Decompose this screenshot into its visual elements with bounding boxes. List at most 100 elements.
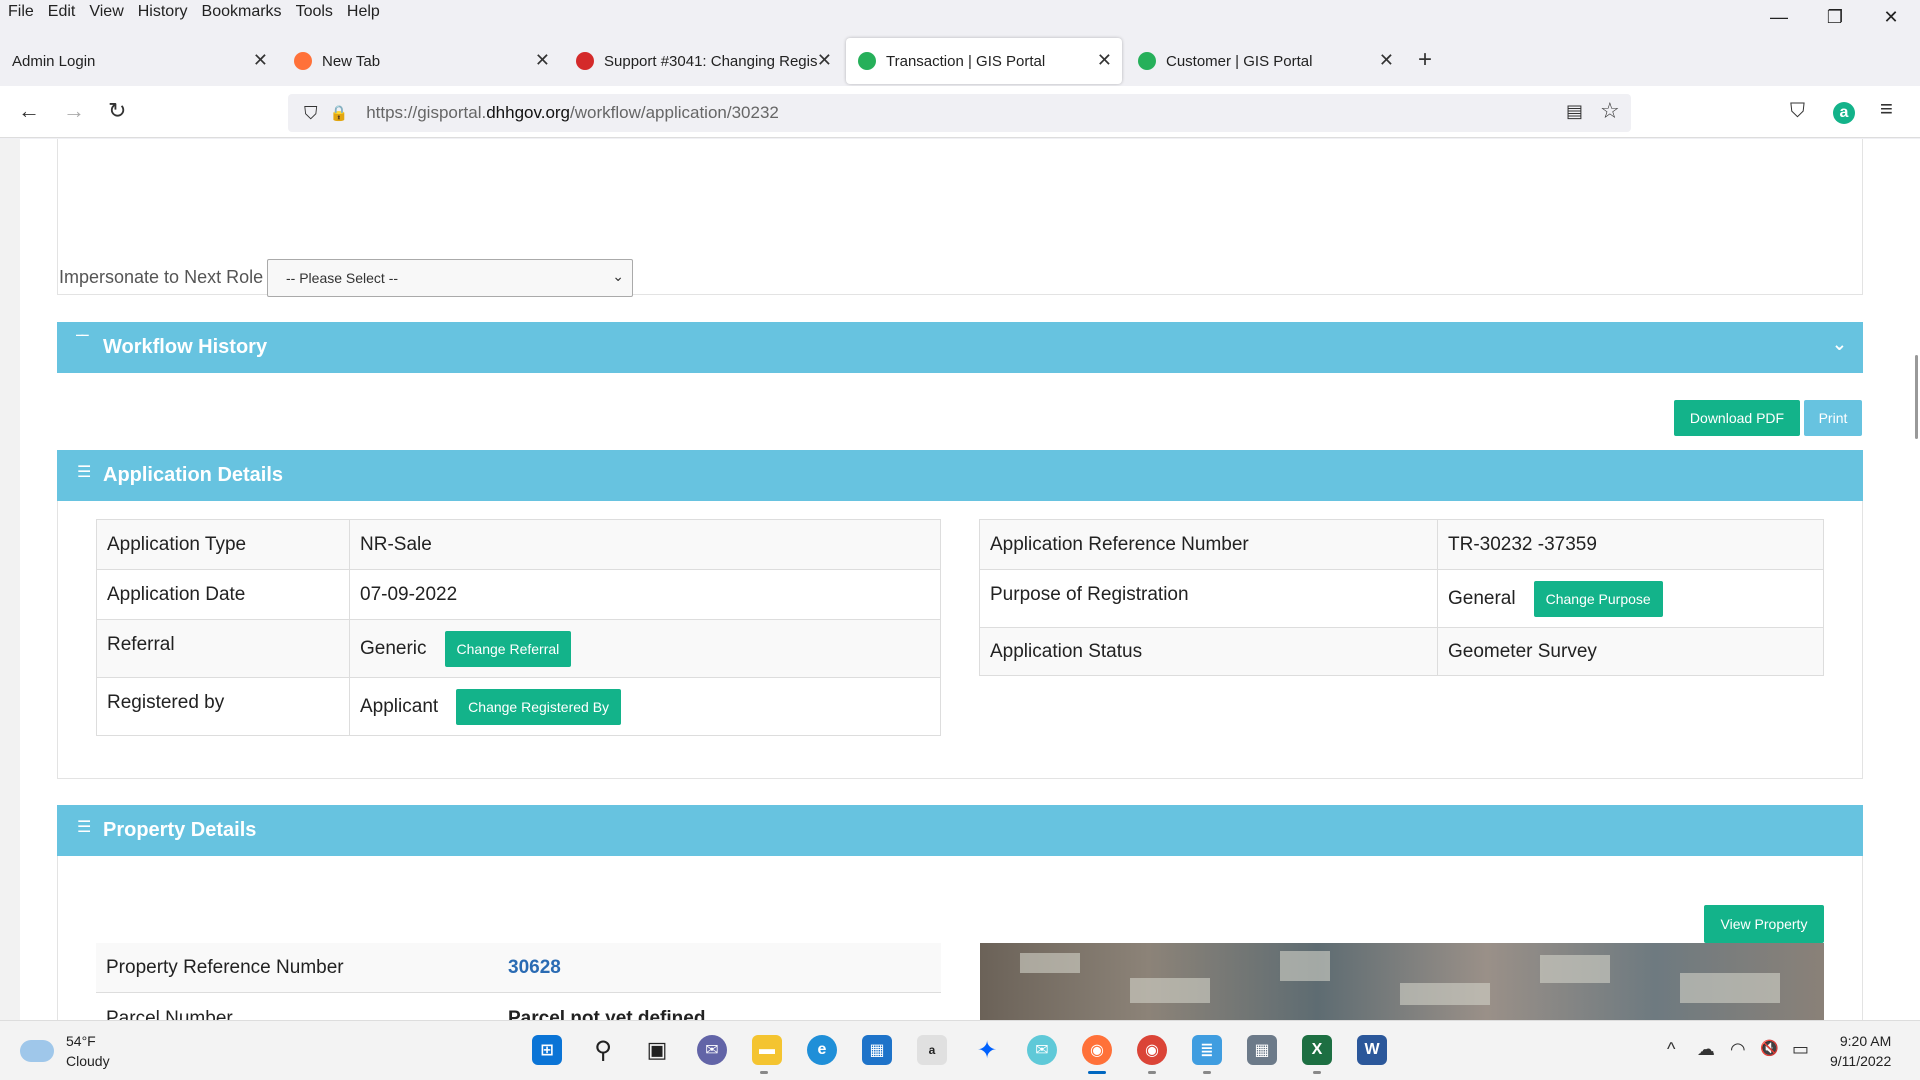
- chevron-down-icon: ⌄: [612, 268, 624, 284]
- minimize-button[interactable]: —: [1751, 0, 1807, 34]
- map-building: [1130, 978, 1210, 1003]
- tab-customer[interactable]: Customer | GIS Portal ✕: [1126, 38, 1404, 84]
- notepad-icon[interactable]: ≣: [1192, 1035, 1222, 1065]
- property-reference-link[interactable]: 30628: [508, 957, 561, 979]
- page-scrollbar[interactable]: [1910, 139, 1920, 1020]
- redmine-icon: [576, 52, 594, 70]
- tab-admin-login[interactable]: Admin Login ✕: [0, 38, 278, 84]
- tab-close-icon[interactable]: ✕: [1379, 50, 1394, 71]
- map-building: [1020, 953, 1080, 973]
- row-value: 07-09-2022: [349, 569, 941, 620]
- menu-help[interactable]: Help: [347, 3, 380, 21]
- menu-view[interactable]: View: [89, 3, 123, 21]
- row-value: Parcel not yet defined: [508, 1008, 706, 1020]
- list-icon: ☰: [77, 464, 92, 481]
- show-hidden-icons[interactable]: ^: [1667, 1039, 1675, 1060]
- mail-app-icon[interactable]: ✉: [1027, 1035, 1057, 1065]
- tab-close-icon[interactable]: ✕: [1097, 50, 1112, 71]
- cloud-icon: [20, 1040, 54, 1062]
- tab-label: Customer | GIS Portal: [1166, 52, 1313, 70]
- chrome-icon[interactable]: ◉: [1137, 1035, 1167, 1065]
- onedrive-icon[interactable]: ☁: [1697, 1039, 1715, 1060]
- menu-file[interactable]: File: [8, 3, 34, 21]
- weather-widget[interactable]: 54°F Cloudy: [20, 1031, 110, 1071]
- system-clock[interactable]: 9:20 AM 9/11/2022: [1830, 1031, 1891, 1071]
- application-details-header[interactable]: ☰ Application Details: [57, 450, 1863, 501]
- table-row: Application Reference Number TR-30232 -3…: [979, 519, 1824, 570]
- menu-edit[interactable]: Edit: [48, 3, 76, 21]
- word-icon[interactable]: W: [1357, 1035, 1387, 1065]
- table-row: Purpose of Registration General Change Pu…: [979, 569, 1824, 628]
- table-row: Parcel Number Parcel not yet defined: [96, 994, 941, 1020]
- new-tab-button[interactable]: +: [1418, 46, 1432, 74]
- firefox-icon[interactable]: ◉: [1082, 1035, 1112, 1065]
- wifi-icon[interactable]: ◠: [1730, 1039, 1746, 1060]
- map-building: [1680, 973, 1780, 1003]
- menu-bookmarks[interactable]: Bookmarks: [202, 3, 282, 21]
- url-bar[interactable]: ⛉ 🔒 https://gisportal.dhhgov.org/workflo…: [288, 94, 1631, 132]
- scrollbar-thumb[interactable]: [1915, 355, 1918, 439]
- bookmark-star-icon[interactable]: ☆: [1600, 98, 1620, 124]
- app-menu-icon[interactable]: ≡: [1880, 96, 1893, 122]
- file-explorer-icon[interactable]: ▬: [752, 1035, 782, 1065]
- running-indicator: [760, 1071, 768, 1074]
- property-details-header[interactable]: ☰ Property Details: [57, 805, 1863, 856]
- battery-icon[interactable]: ▭: [1792, 1039, 1809, 1060]
- table-row: Application Date 07-09-2022: [96, 569, 941, 620]
- change-referral-button[interactable]: Change Referral: [444, 630, 572, 667]
- print-button[interactable]: Print: [1804, 400, 1862, 436]
- tab-close-icon[interactable]: ✕: [817, 50, 832, 71]
- list-icon: ☰: [77, 819, 92, 836]
- tab-close-icon[interactable]: ✕: [253, 50, 268, 71]
- reload-icon[interactable]: ↻: [108, 98, 126, 124]
- excel-icon[interactable]: X: [1302, 1035, 1332, 1065]
- forward-icon[interactable]: →: [63, 98, 85, 124]
- table-row: Application Status Geometer Survey: [979, 627, 1824, 676]
- restore-button[interactable]: ❐: [1807, 0, 1863, 34]
- view-property-button[interactable]: View Property: [1704, 905, 1824, 943]
- application-details-right-table: Application Reference Number TR-30232 -3…: [979, 519, 1824, 676]
- windows-start-icon[interactable]: ⊞: [532, 1035, 562, 1065]
- account-avatar[interactable]: a: [1833, 102, 1855, 124]
- tab-label: Transaction | GIS Portal: [886, 52, 1046, 70]
- taskbar: 54°F Cloudy ⊞ ⚲ ▣ ✉ ▬ e ▦ a ✦ ✉ ◉ ◉ ≣ ▦ X…: [0, 1020, 1920, 1080]
- menu-tools[interactable]: Tools: [296, 3, 333, 21]
- application-details-left-table: Application Type NR-Sale Application Dat…: [96, 519, 941, 736]
- clock-time: 9:20 AM: [1839, 1033, 1892, 1049]
- lock-icon[interactable]: 🔒: [330, 104, 349, 122]
- url-path: /workflow/application/30232: [570, 103, 779, 122]
- menu-history[interactable]: History: [138, 3, 188, 21]
- teams-chat-icon[interactable]: ✉: [697, 1035, 727, 1065]
- tab-close-icon[interactable]: ✕: [535, 50, 550, 71]
- shield-icon[interactable]: ⛉: [304, 103, 318, 124]
- amazon-icon[interactable]: a: [917, 1035, 947, 1065]
- back-icon[interactable]: ←: [18, 98, 40, 124]
- calculator-icon[interactable]: ▦: [1247, 1035, 1277, 1065]
- impersonate-role-select[interactable]: -- Please Select -- ⌄: [267, 259, 633, 297]
- change-registered-by-button[interactable]: Change Registered By: [456, 688, 622, 725]
- download-pdf-button[interactable]: Download PDF: [1674, 400, 1800, 436]
- task-view-icon[interactable]: ▣: [642, 1035, 672, 1065]
- edge-icon[interactable]: e: [807, 1035, 837, 1065]
- chevron-down-icon[interactable]: ⌄: [1832, 334, 1847, 355]
- tab-support[interactable]: Support #3041: Changing Regis ✕: [564, 38, 842, 84]
- store-icon[interactable]: ▦: [862, 1035, 892, 1065]
- change-purpose-button[interactable]: Change Purpose: [1533, 580, 1663, 617]
- row-value-cell: Generic Change Referral: [349, 619, 941, 678]
- pocket-icon[interactable]: ⛉: [1790, 100, 1805, 123]
- tab-new-tab[interactable]: New Tab ✕: [282, 38, 560, 84]
- close-window-button[interactable]: ✕: [1863, 0, 1919, 34]
- row-label: Application Type: [96, 519, 350, 570]
- search-icon[interactable]: ⚲: [588, 1035, 618, 1065]
- weather-text: 54°F Cloudy: [66, 1031, 110, 1071]
- weather-condition: Cloudy: [66, 1053, 110, 1069]
- reader-view-icon[interactable]: ▤: [1566, 101, 1583, 122]
- tab-label: Admin Login: [12, 52, 96, 70]
- row-value-cell: General Change Purpose: [1437, 569, 1824, 628]
- volume-muted-icon[interactable]: 🔇: [1760, 1039, 1779, 1057]
- workflow-history-header[interactable]: ‾‾ Workflow History ⌄: [57, 322, 1863, 373]
- tab-label: New Tab: [322, 52, 381, 70]
- property-aerial-map[interactable]: [980, 943, 1824, 1020]
- dropbox-icon[interactable]: ✦: [972, 1035, 1002, 1065]
- tab-transaction[interactable]: Transaction | GIS Portal ✕: [846, 38, 1122, 84]
